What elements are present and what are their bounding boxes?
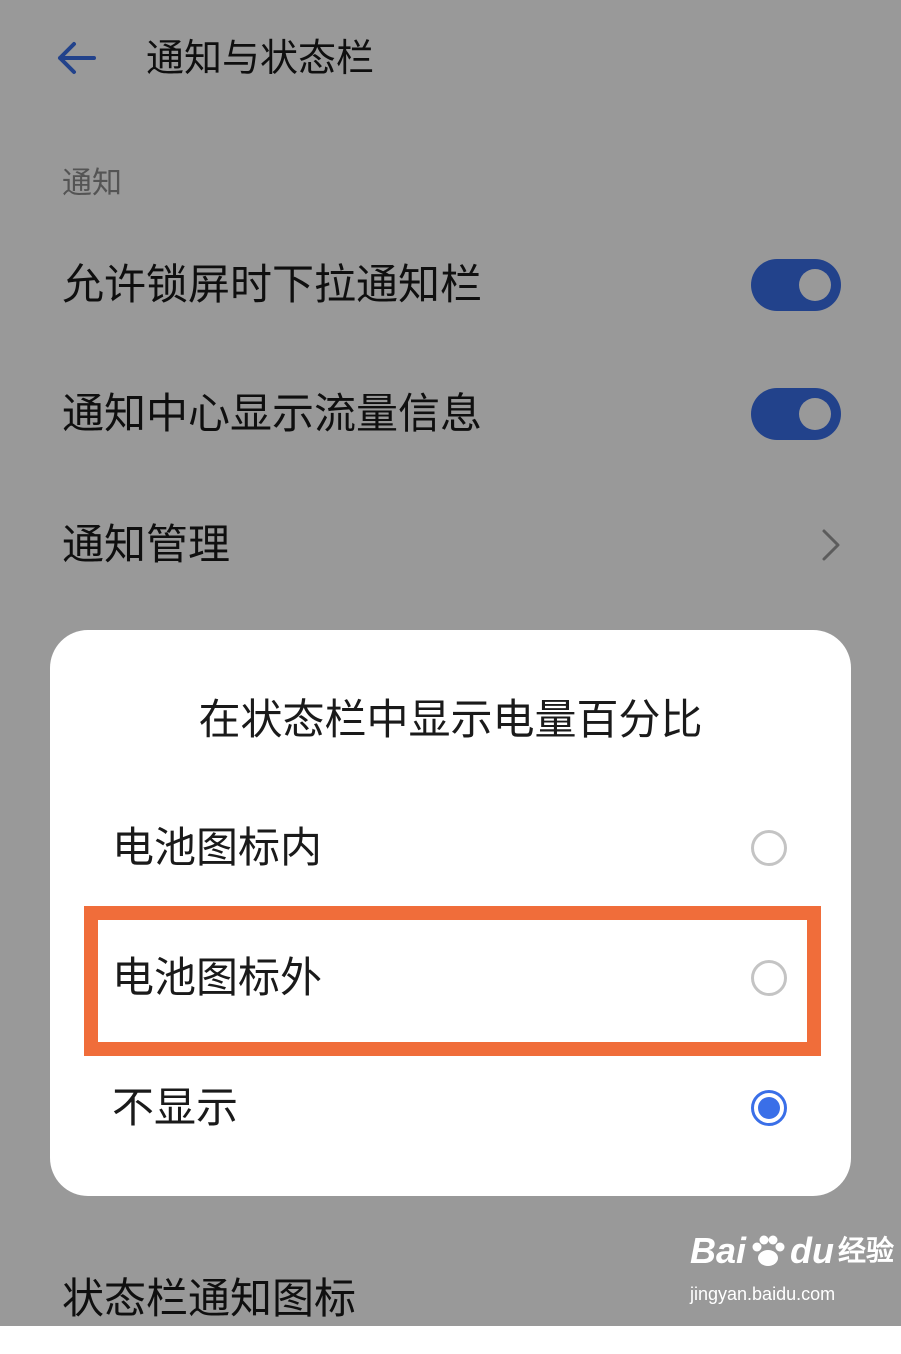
watermark-url: jingyan.baidu.com [690, 1284, 836, 1304]
option-label: 电池图标内 [112, 823, 323, 872]
option-label: 不显示 [112, 1083, 239, 1132]
dialog-title: 在状态栏中显示电量百分比 [198, 695, 703, 744]
radio-dot [758, 1097, 780, 1119]
paw-icon [748, 1231, 788, 1271]
option-inside-battery-icon[interactable]: 电池图标内 [50, 793, 851, 903]
radio-unselected[interactable] [751, 830, 787, 866]
watermark-brand-left: Bai [690, 1230, 747, 1271]
watermark-brand-cn: 经验 [838, 1234, 895, 1267]
option-do-not-show[interactable]: 不显示 [50, 1053, 851, 1163]
annotation-highlight-box [84, 906, 821, 1056]
watermark-logo: Bai du 经验 [690, 1226, 894, 1276]
radio-selected[interactable] [751, 1090, 787, 1126]
baidu-jingyan-watermark: Bai du 经验 jingyan.baidu.com [690, 1226, 894, 1312]
watermark-brand-right: du [790, 1230, 835, 1271]
